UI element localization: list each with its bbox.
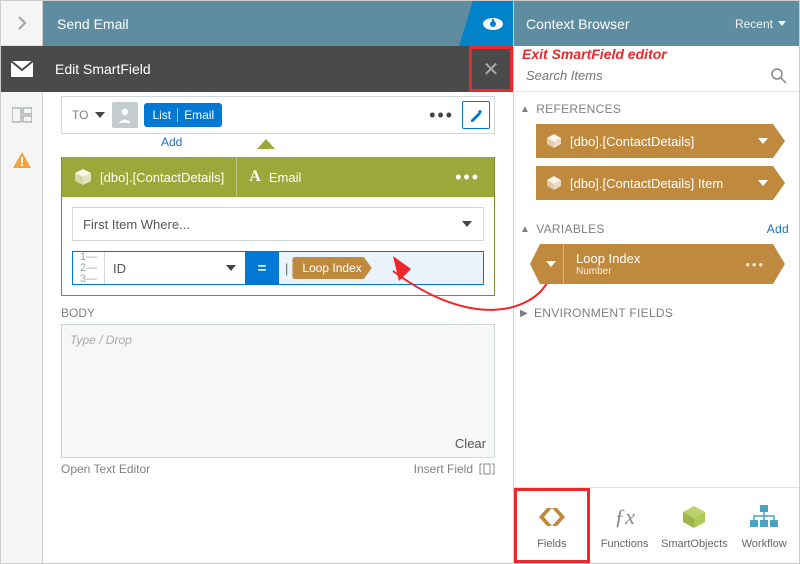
tab-workflow[interactable]: Workflow [729,488,799,563]
smartobject-icon [546,134,562,148]
clear-button[interactable]: Clear [455,436,486,451]
add-variable-link[interactable]: Add [767,222,789,236]
context-browser-header: Context Browser Recent [514,1,799,46]
smartobjects-icon [681,502,707,532]
mail-icon [1,46,43,92]
condition-value-input[interactable]: | Loop Index [279,252,483,284]
close-icon: ✕ [483,57,500,82]
id-label: ID [113,261,126,276]
condition-field-select[interactable]: ID [105,252,245,284]
context-toggle-button[interactable] [473,1,513,46]
search-icon[interactable] [771,68,787,84]
context-title: Context Browser [526,16,629,32]
fields-icon [537,502,567,532]
text-a-icon: A [249,168,261,186]
chevron-down-icon [777,20,787,28]
exit-annotation: Exit SmartField editor [514,46,799,66]
filter-label: First Item Where... [83,217,190,232]
environment-section-header[interactable]: ▶ ENVIRONMENT FIELDS [520,306,789,320]
tab-fields[interactable]: Fields [514,488,590,563]
chevron-down-icon[interactable] [94,110,106,120]
loop-index-chip[interactable]: Loop Index [292,257,371,279]
add-to-link[interactable]: Add [161,135,513,149]
tag-left: List [152,108,171,122]
tab-functions[interactable]: ƒx Functions [590,488,660,563]
functions-icon: ƒx [614,502,635,532]
edit-smartfield-title: Edit SmartField [43,61,151,77]
chevron-down-icon [757,136,769,146]
recent-link[interactable]: Recent [735,17,787,31]
warning-icon[interactable] [1,137,42,182]
workflow-icon [750,502,778,532]
context-tabs: Fields ƒx Functions SmartObjects Workflo… [514,487,799,563]
send-email-header: Send Email [43,1,513,46]
search-input[interactable] [526,68,771,83]
variable-more-icon[interactable]: ••• [745,257,765,272]
smartobject-icon [74,168,92,186]
variable-loop-index[interactable]: Loop Index Number ••• [530,244,785,284]
chevron-down-icon [757,178,769,188]
reference-item[interactable]: [dbo].[ContactDetails] [536,124,785,158]
to-more-icon[interactable]: ••• [421,105,462,126]
body-placeholder: Type / Drop [62,325,494,355]
sf-object: [dbo].[ContactDetails] [100,170,224,185]
search-row [514,66,799,92]
smartobject-icon [546,176,562,190]
smartfield-header: [dbo].[ContactDetails] A Email ••• [62,157,494,197]
page-title: Send Email [43,16,129,32]
to-value-tag[interactable]: List Email [144,103,222,127]
chevron-down-icon [461,219,473,229]
to-row: TO List Email ••• [61,96,495,134]
pointer-icon [257,139,275,149]
variable-name: Loop Index [576,251,640,266]
variable-type: Number [576,266,640,277]
edit-to-button[interactable] [462,101,490,129]
edit-smartfield-bar: Edit SmartField ✕ [1,46,513,92]
body-label: BODY [61,306,495,320]
smartfield-editor: [dbo].[ContactDetails] A Email ••• First… [61,157,495,296]
insert-field-link[interactable]: Insert Field [414,462,495,476]
triangle-down-icon: ▲ [520,104,530,115]
filter-select[interactable]: First Item Where... [72,207,484,241]
ordered-list-icon[interactable]: 1—2—3— [73,252,105,284]
chevron-down-icon [538,244,564,284]
collapse-arrow-icon[interactable] [1,1,42,46]
layout-icon[interactable] [1,92,42,137]
references-section-header[interactable]: ▲ REFERENCES [520,102,789,116]
sf-more-icon[interactable]: ••• [441,167,494,188]
insert-field-icon [479,463,495,475]
close-button[interactable]: ✕ [469,46,513,92]
variables-section-header[interactable]: ▲ VARIABLES Add [520,222,789,236]
reference-item[interactable]: [dbo].[ContactDetails] Item [536,166,785,200]
to-label: TO [66,108,94,122]
open-text-editor-link[interactable]: Open Text Editor [61,462,150,476]
triangle-down-icon: ▲ [520,224,530,235]
chevron-down-icon [225,263,237,273]
tag-right: Email [184,108,214,122]
avatar-placeholder-icon[interactable] [112,102,138,128]
triangle-right-icon: ▶ [520,308,528,319]
condition-row: 1—2—3— ID = | Loop Index [72,251,484,285]
tab-smartobjects[interactable]: SmartObjects [660,488,730,563]
body-editor[interactable]: Type / Drop Clear [61,324,495,458]
sf-field: Email [269,170,302,185]
equals-operator[interactable]: = [245,252,279,284]
